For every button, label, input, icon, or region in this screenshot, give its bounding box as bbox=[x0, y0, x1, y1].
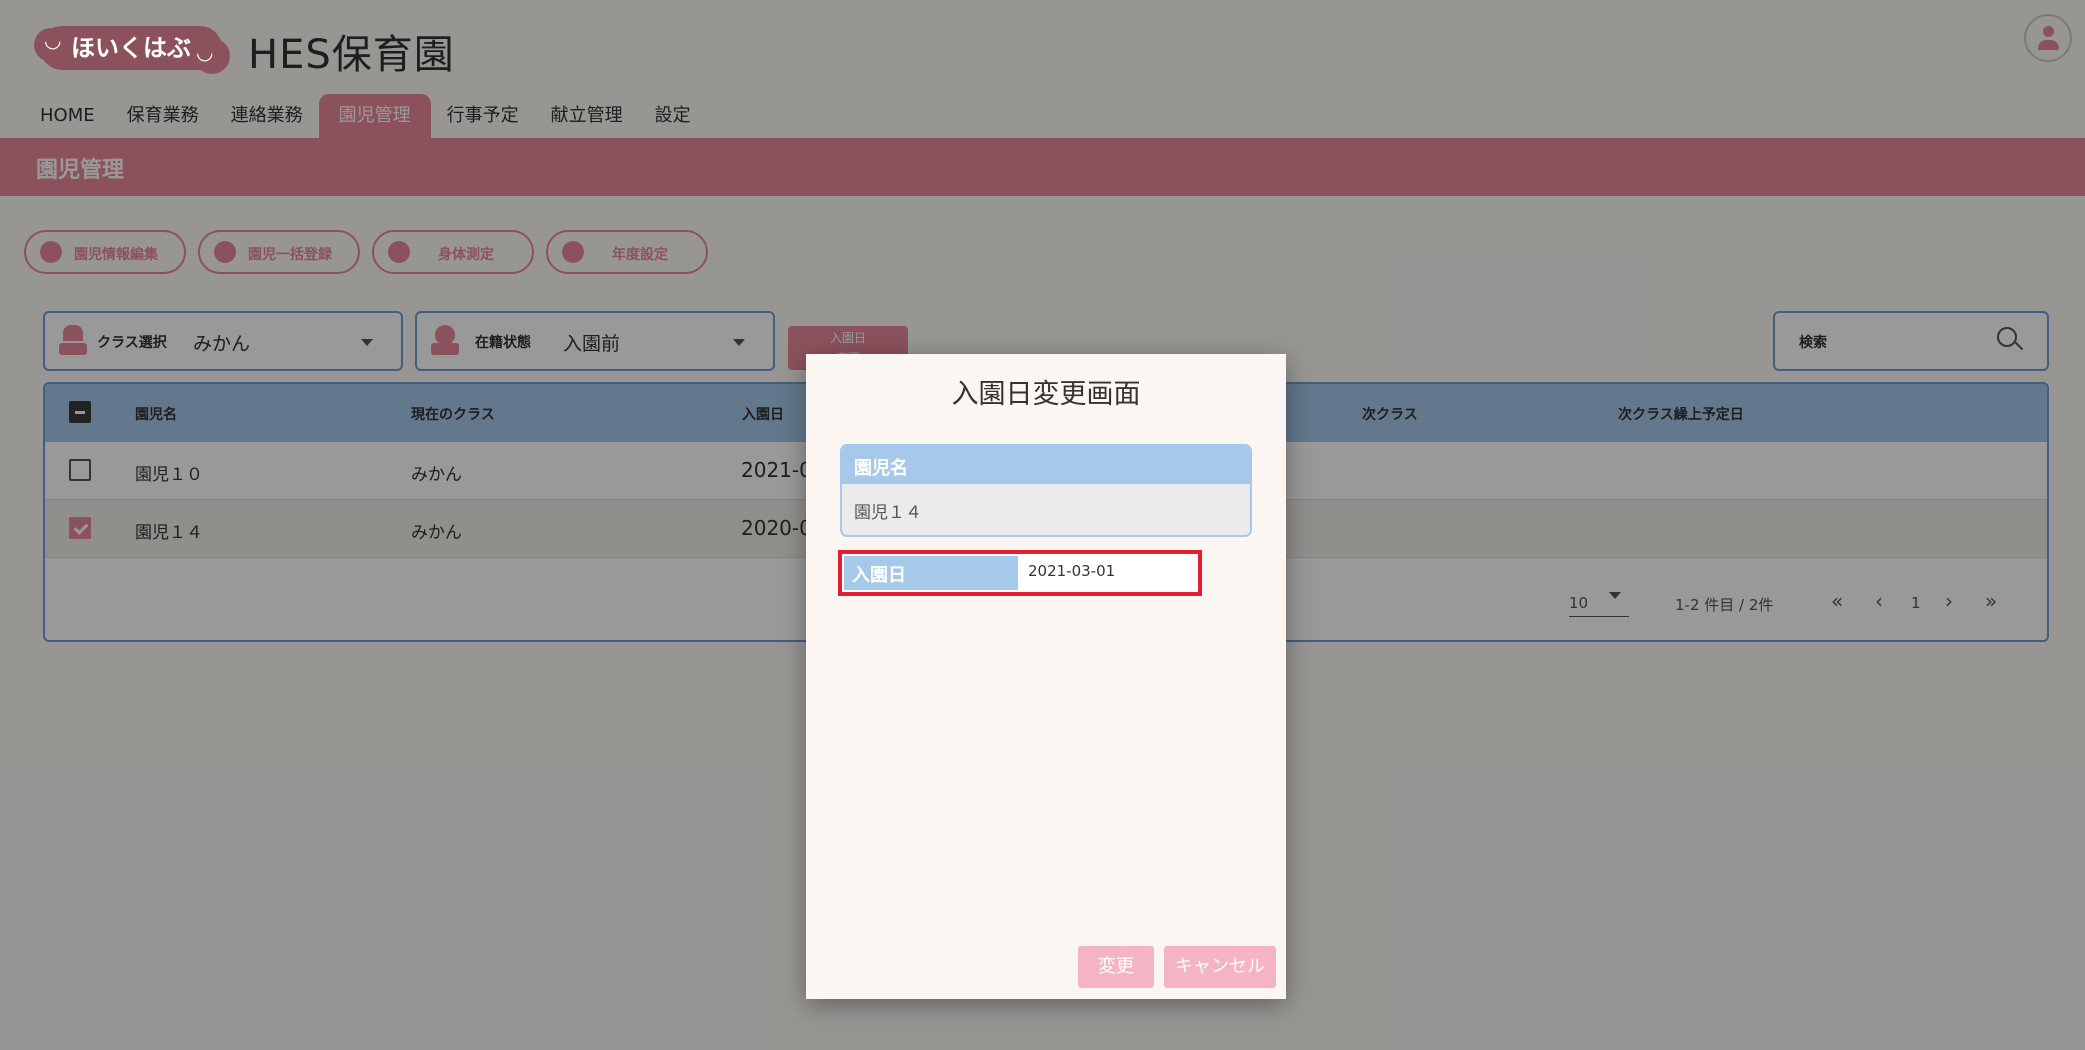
submit-button[interactable]: 変更 bbox=[1078, 946, 1154, 988]
smile-icon: ◡ bbox=[196, 40, 214, 64]
logo[interactable]: ほいくはぶ ◡ ◡ bbox=[34, 26, 230, 74]
cancel-button[interactable]: キャンセル bbox=[1164, 946, 1276, 988]
logo-text: ほいくはぶ bbox=[71, 34, 191, 62]
admission-date-input[interactable] bbox=[1028, 562, 1188, 580]
admission-date-row: 入園日 bbox=[838, 550, 1202, 596]
child-name-label: 園児名 bbox=[842, 446, 1250, 484]
smile-icon: ◡ bbox=[44, 28, 62, 52]
child-name-card: 園児名 園児１４ bbox=[840, 444, 1252, 537]
admission-date-dialog: 入園日変更画面 園児名 園児１４ 入園日 変更 キャンセル bbox=[806, 354, 1286, 999]
admission-date-label: 入園日 bbox=[844, 556, 1018, 590]
dialog-title: 入園日変更画面 bbox=[951, 379, 1141, 410]
child-name-value: 園児１４ bbox=[854, 503, 922, 523]
